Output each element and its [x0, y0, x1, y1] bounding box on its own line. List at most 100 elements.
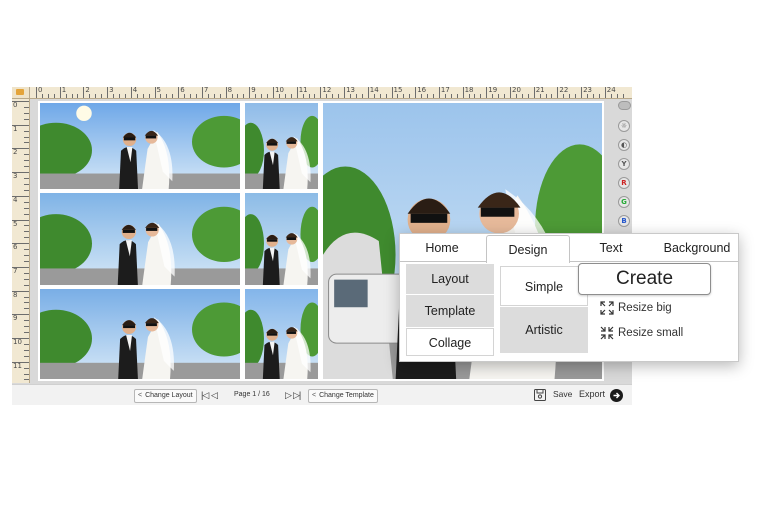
simple-style-button[interactable]: Simple	[500, 266, 588, 306]
photo-4[interactable]	[245, 193, 318, 285]
ruler-tick	[24, 332, 29, 333]
ruler-tick	[462, 87, 464, 98]
ruler-tick	[24, 166, 29, 168]
ruler-tick	[415, 87, 417, 98]
create-button[interactable]: Create	[578, 263, 711, 295]
ruler-tick	[12, 148, 29, 150]
shrink-icon	[600, 326, 614, 340]
photo-1[interactable]	[40, 103, 240, 189]
photo-image	[40, 289, 240, 379]
ruler-number: 1	[61, 87, 67, 94]
ruler-tick	[616, 94, 618, 98]
next-page-icon[interactable]: ▷	[285, 389, 292, 401]
ruler-tick	[308, 94, 310, 98]
red-channel-icon[interactable]: R	[618, 177, 630, 189]
ruler-tick	[53, 94, 55, 98]
ruler-tick	[332, 94, 334, 98]
change-layout-button[interactable]: < Change Layout	[134, 389, 197, 403]
ruler-number: 24	[606, 87, 616, 94]
ruler-tick	[24, 213, 29, 215]
last-page-icon[interactable]: ▷|	[293, 389, 301, 401]
ruler-tick	[24, 154, 29, 156]
ruler-tick	[338, 94, 340, 98]
toggle-icon[interactable]	[618, 101, 631, 110]
ruler-tick	[302, 94, 304, 98]
photo-2[interactable]	[245, 103, 318, 189]
ruler-tick	[24, 302, 29, 304]
collage-button[interactable]: Collage	[406, 328, 494, 356]
tab-home[interactable]: Home	[410, 234, 474, 262]
ruler-tick	[12, 338, 29, 339]
ruler-tick	[326, 94, 328, 98]
ruler-tick	[24, 272, 29, 274]
export-label: Export	[579, 389, 606, 399]
ruler-tick	[24, 136, 29, 138]
prev-page-icon[interactable]: ◁	[211, 389, 218, 401]
resize-small-button[interactable]: Resize small	[600, 325, 683, 341]
ruler-tick	[12, 195, 29, 197]
photo-image	[245, 103, 318, 189]
resize-big-label: Resize big	[618, 302, 672, 314]
ruler-tick	[24, 201, 29, 203]
ruler-tick	[24, 178, 29, 179]
tab-design[interactable]: Design	[486, 235, 570, 263]
blue-channel-icon[interactable]: B	[618, 215, 630, 227]
photo-6[interactable]	[245, 289, 318, 379]
ruler-corner-icon[interactable]	[12, 87, 30, 99]
ruler-tick	[551, 94, 553, 98]
export-button[interactable]: Export	[579, 388, 623, 402]
ruler-tick	[24, 112, 29, 114]
ruler-number: 0	[38, 87, 43, 94]
tab-text[interactable]: Text	[580, 234, 642, 262]
ruler-tick	[539, 94, 541, 98]
ruler-tick	[344, 87, 346, 98]
save-button[interactable]: Save	[534, 388, 572, 402]
ruler-tick	[350, 94, 351, 98]
ruler-tick	[77, 94, 79, 98]
ruler-tick	[24, 106, 29, 108]
resize-big-button[interactable]: Resize big	[600, 300, 672, 316]
tab-background[interactable]: Background	[656, 234, 738, 262]
ruler-number: 7	[13, 266, 18, 275]
top-ruler: 0 1 2 3 4 5 6 7 8 9 10 11 12 13 14 15 16 17 18 19 20 21 22 23 24	[30, 87, 632, 99]
ruler-number: 7	[203, 87, 209, 94]
ruler-tick	[533, 87, 535, 98]
ruler-tick	[12, 314, 29, 316]
photo-5[interactable]	[40, 289, 240, 379]
ruler-tick	[403, 94, 405, 98]
green-channel-icon[interactable]: G	[618, 196, 630, 208]
yellow-channel-icon[interactable]: Y	[618, 158, 630, 170]
ruler-number: 3	[13, 172, 18, 181]
ruler-number: 13	[346, 87, 356, 94]
ruler-tick	[610, 94, 612, 98]
photo-3[interactable]	[40, 193, 240, 285]
contrast-icon[interactable]: ◐	[618, 139, 630, 151]
ruler-tick	[575, 94, 577, 98]
ruler-tick	[219, 94, 221, 98]
ruler-tick	[12, 290, 29, 292]
ruler-tick	[41, 94, 43, 98]
floppy-disk-icon	[534, 389, 546, 402]
ruler-tick	[160, 94, 162, 98]
layout-button[interactable]: Layout	[406, 264, 494, 294]
ruler-tick	[355, 94, 357, 98]
ruler-tick	[24, 343, 29, 345]
first-page-icon[interactable]: |◁	[201, 389, 209, 401]
ruler-tick	[391, 87, 393, 98]
template-button[interactable]: Template	[406, 295, 494, 327]
ruler-tick	[498, 94, 500, 98]
ruler-tick	[468, 94, 470, 98]
sun-icon[interactable]: ☼	[618, 120, 630, 132]
chevron-left-icon: <	[138, 392, 143, 399]
resize-small-label: Resize small	[618, 327, 684, 339]
ruler-tick	[24, 237, 29, 239]
ruler-tick	[24, 320, 29, 322]
ruler-number: 2	[85, 87, 90, 94]
photo-image	[245, 193, 318, 285]
ruler-tick	[71, 94, 73, 98]
change-template-button[interactable]: < Change Template	[308, 389, 378, 403]
ruler-number: 12	[322, 87, 332, 94]
ruler-tick	[24, 355, 29, 357]
ruler-tick	[231, 94, 233, 98]
artistic-style-button[interactable]: Artistic	[500, 307, 588, 353]
